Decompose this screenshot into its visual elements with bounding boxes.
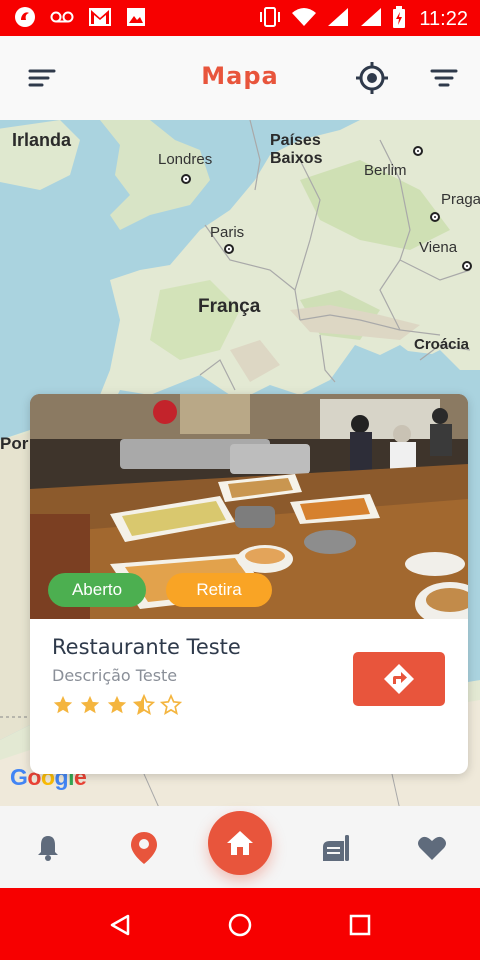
city-marker bbox=[462, 261, 472, 271]
star-full-icon bbox=[107, 695, 127, 714]
bottom-navigation bbox=[0, 806, 480, 888]
my-location-icon[interactable] bbox=[352, 58, 392, 98]
map-label-croatia: Croácia bbox=[414, 336, 470, 353]
status-badge-open: Aberto bbox=[48, 573, 146, 607]
map-label-vienna: Viena bbox=[419, 239, 458, 256]
status-badge-pickup: Retira bbox=[166, 573, 272, 607]
rating-stars bbox=[52, 694, 182, 716]
vibrate-icon bbox=[258, 6, 282, 32]
star-full-icon bbox=[53, 695, 73, 714]
map-label-london: Londres bbox=[158, 151, 213, 168]
map-label-netherlands-line2: Baixos bbox=[270, 150, 323, 167]
signal-icon bbox=[326, 7, 350, 31]
home-icon bbox=[227, 831, 253, 855]
restaurant-description: Descrição Teste bbox=[52, 666, 178, 685]
map-label-prague: Praga bbox=[441, 191, 480, 208]
city-marker bbox=[224, 244, 234, 254]
map-label-netherlands: Países bbox=[270, 132, 321, 149]
status-bar: 11:22 bbox=[0, 0, 480, 36]
battery-charging-icon bbox=[392, 6, 406, 32]
map-label-paris: Paris bbox=[210, 224, 245, 241]
location-pin-icon[interactable] bbox=[124, 828, 164, 868]
signal-icon bbox=[359, 7, 383, 31]
restaurant-name: Restaurante Teste bbox=[52, 635, 241, 659]
map-label-ireland: Irlanda bbox=[12, 130, 72, 150]
back-icon[interactable] bbox=[105, 910, 135, 940]
image-icon bbox=[126, 7, 146, 31]
map-label-portugal: Por bbox=[0, 434, 29, 453]
menu-book-icon[interactable] bbox=[316, 828, 356, 868]
app-notification-icon bbox=[14, 6, 36, 32]
voicemail-icon bbox=[50, 9, 74, 29]
filter-icon[interactable] bbox=[424, 58, 464, 98]
city-marker bbox=[430, 212, 440, 222]
city-marker bbox=[413, 146, 423, 156]
app-header: Mapa bbox=[0, 36, 480, 120]
star-empty-icon bbox=[160, 694, 182, 715]
bell-icon[interactable] bbox=[28, 828, 68, 868]
heart-icon[interactable] bbox=[412, 828, 452, 868]
recents-icon[interactable] bbox=[345, 910, 375, 940]
page-title: Mapa bbox=[201, 62, 279, 90]
map-label-france: França bbox=[198, 296, 261, 317]
map-label-berlin: Berlim bbox=[364, 162, 407, 179]
star-half-icon bbox=[133, 694, 155, 715]
city-marker bbox=[181, 174, 191, 184]
gmail-icon bbox=[88, 7, 112, 31]
system-navigation-bar bbox=[0, 888, 480, 960]
star-full-icon bbox=[80, 695, 100, 714]
wifi-icon bbox=[291, 7, 317, 31]
restaurant-card[interactable]: Aberto Retira Restaurante Teste Descriçã… bbox=[30, 394, 468, 774]
directions-button[interactable] bbox=[353, 652, 445, 706]
clock: 11:22 bbox=[419, 7, 468, 30]
home-circle-icon[interactable] bbox=[225, 910, 255, 940]
directions-icon bbox=[384, 664, 414, 694]
home-button[interactable] bbox=[208, 811, 272, 875]
